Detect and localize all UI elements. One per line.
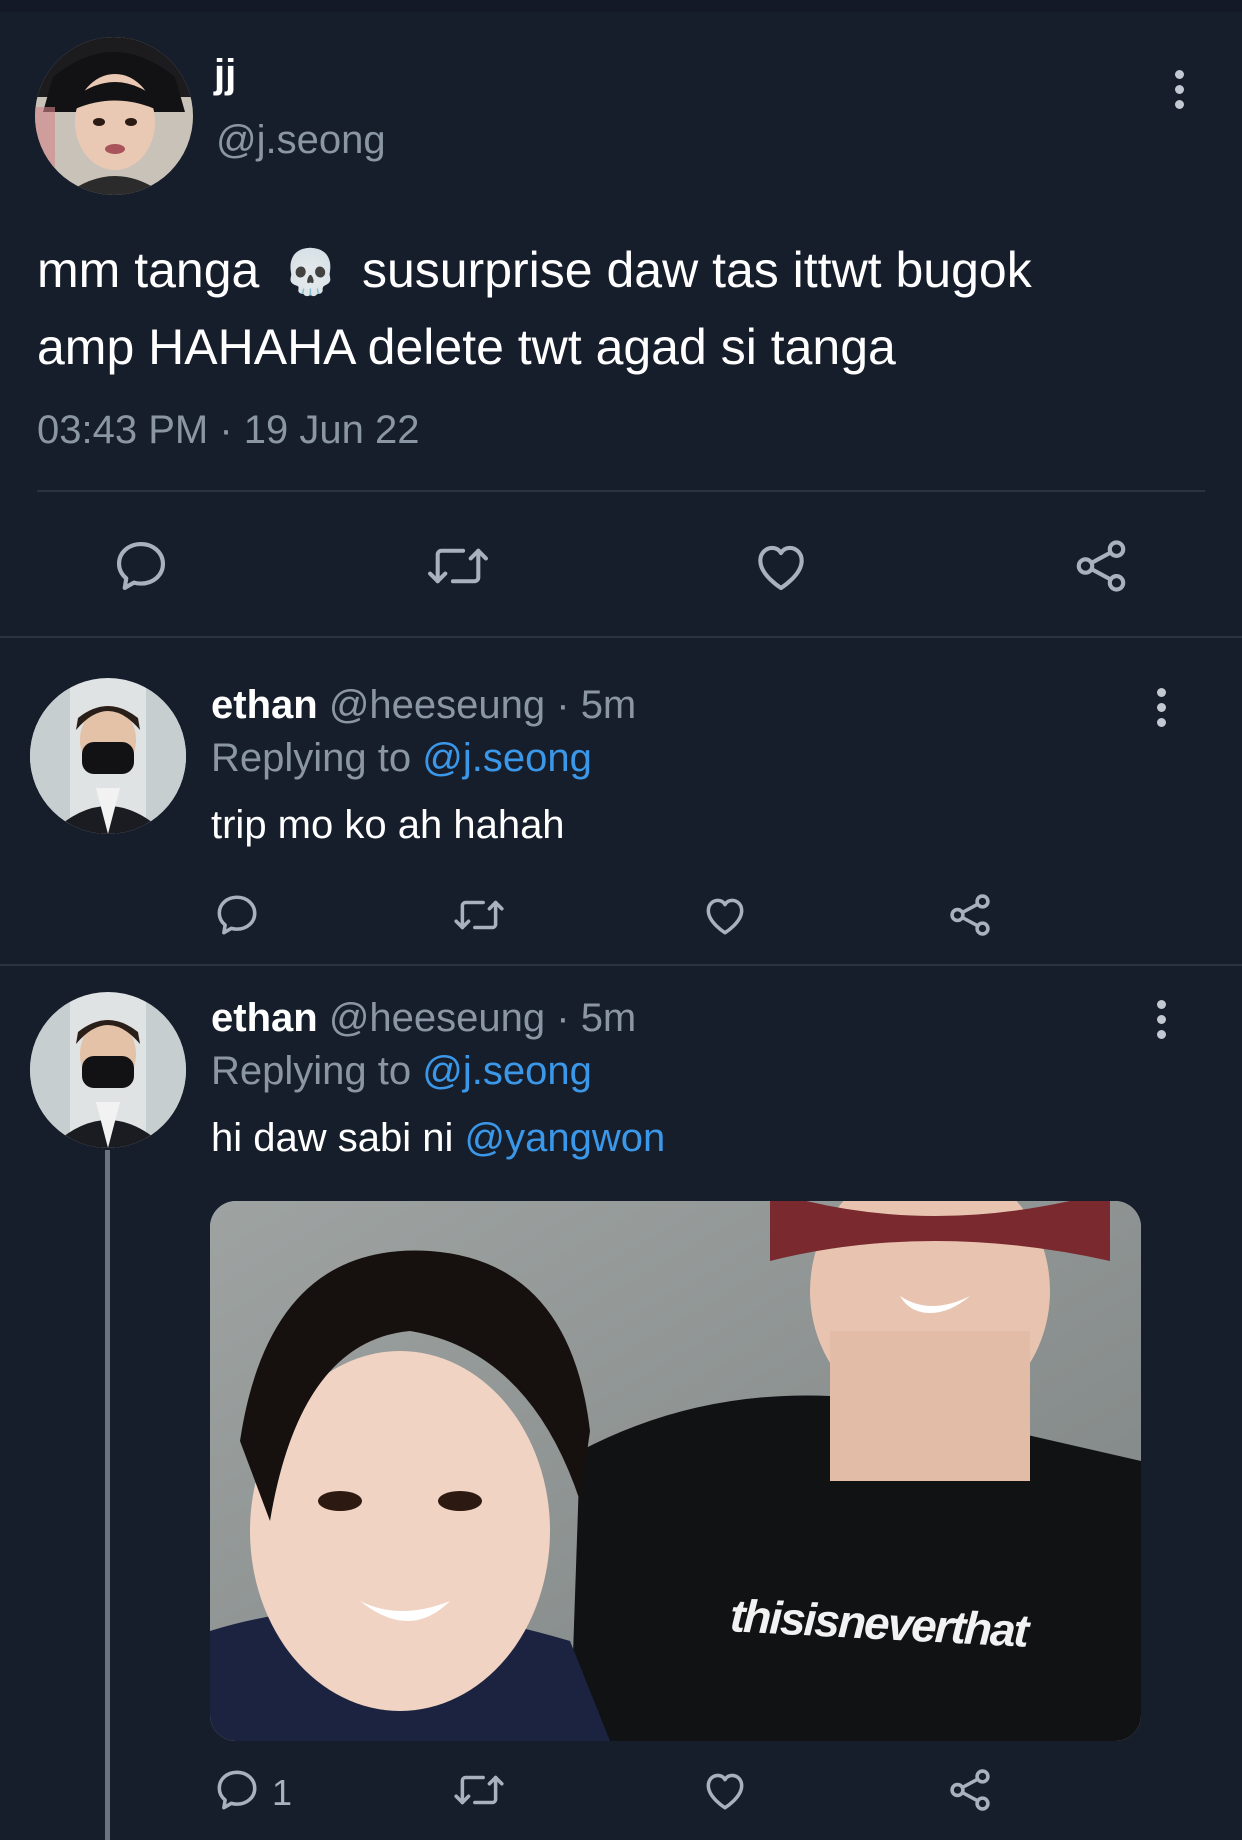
attached-photo[interactable]: thisisneverthat (210, 1201, 1141, 1741)
more-vertical-icon[interactable] (1154, 688, 1168, 727)
avatar-jj[interactable] (35, 37, 193, 195)
main-timestamp: 03:43 PM · 19 Jun 22 (37, 408, 420, 452)
tweet-text-part1: mm tanga (37, 242, 260, 298)
avatar-photo-icon (35, 37, 193, 195)
skull-emoji: 💀 (283, 247, 339, 298)
share-icon[interactable] (1070, 535, 1132, 597)
reply-handle-time[interactable]: @heeseung · 5m (329, 683, 636, 727)
divider (0, 964, 1242, 966)
replying-to: Replying to @j.seong (211, 1049, 592, 1094)
reply-count: 1 (272, 1772, 293, 1813)
reply-handle-time[interactable]: @heeseung · 5m (329, 996, 636, 1040)
thread-line (105, 1150, 110, 1840)
reply-icon[interactable] (212, 1765, 262, 1815)
tweet-text-part2: susurprise daw tas ittwt bugok (361, 242, 1032, 298)
reply-text: hi daw sabi ni @yangwon (211, 1116, 665, 1161)
top-divider (0, 0, 1242, 12)
like-icon[interactable] (700, 1765, 750, 1815)
divider (37, 490, 1205, 492)
reply-header: ethan @heeseung · 5m (211, 996, 636, 1041)
divider (0, 636, 1242, 638)
reply-display-name[interactable]: ethan (211, 996, 318, 1040)
reply-icon[interactable] (110, 535, 172, 597)
share-icon[interactable] (945, 890, 995, 940)
like-icon[interactable] (700, 890, 750, 940)
more-vertical-icon[interactable] (1154, 1000, 1168, 1039)
avatar-photo-icon (30, 678, 186, 834)
replying-to: Replying to @j.seong (211, 736, 592, 781)
tweet-text-line2: amp HAHAHA delete twt agad si tanga (37, 319, 896, 375)
like-icon[interactable] (750, 535, 812, 597)
retweet-icon[interactable] (425, 535, 491, 597)
replying-handle-link[interactable]: @j.seong (422, 736, 592, 780)
reply-text-body: hi daw sabi ni (211, 1116, 454, 1160)
replying-handle-link[interactable]: @j.seong (422, 1049, 592, 1093)
more-vertical-icon[interactable] (1172, 70, 1186, 109)
reply-icon[interactable] (212, 890, 262, 940)
main-tweet-text: mm tanga 💀 susurprise daw tas ittwt bugo… (37, 233, 1217, 384)
reply-display-name[interactable]: ethan (211, 683, 318, 727)
reply-text: trip mo ko ah hahah (211, 803, 565, 847)
main-display-name[interactable]: jj (214, 52, 236, 97)
reply-header: ethan @heeseung · 5m (211, 683, 636, 728)
avatar-ethan[interactable] (30, 678, 186, 834)
mention-link[interactable]: @yangwon (465, 1116, 666, 1160)
replying-prefix: Replying to (211, 736, 412, 780)
main-handle[interactable]: @j.seong (216, 118, 386, 163)
avatar-ethan[interactable] (30, 992, 186, 1148)
photo-illustration (210, 1201, 1141, 1741)
avatar-photo-icon (30, 992, 186, 1148)
share-icon[interactable] (945, 1765, 995, 1815)
replying-prefix: Replying to (211, 1049, 412, 1093)
retweet-icon[interactable] (452, 890, 506, 940)
retweet-icon[interactable] (452, 1765, 506, 1815)
